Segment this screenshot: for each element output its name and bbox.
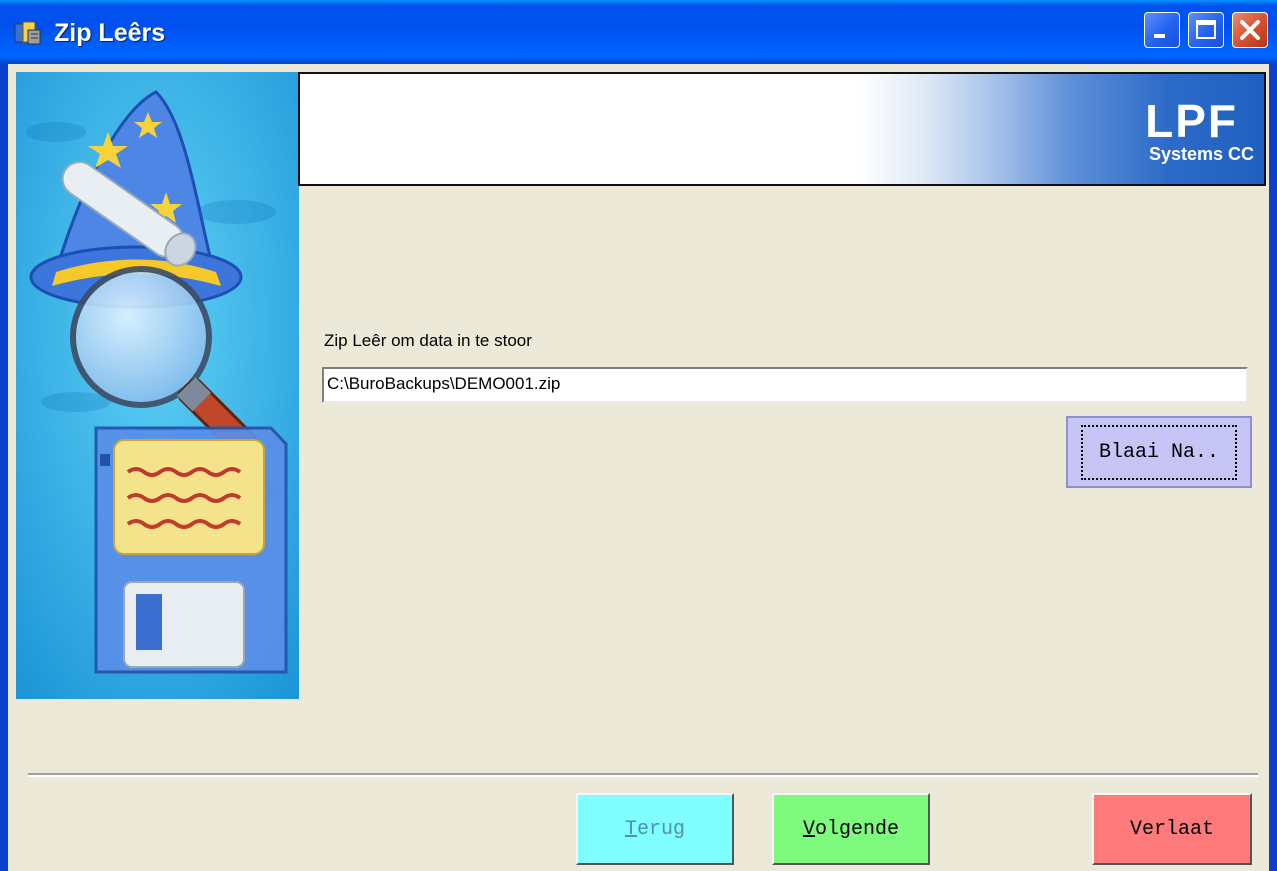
header-banner: LPF Systems CC bbox=[298, 72, 1266, 186]
exit-button-label: Verlaat bbox=[1129, 817, 1214, 841]
app-window: Zip Leêrs LPF Systems CC Zip Leêr om dat… bbox=[0, 0, 1277, 871]
maximize-button[interactable] bbox=[1188, 12, 1224, 48]
close-icon bbox=[1240, 20, 1260, 40]
back-button[interactable]: Terug bbox=[576, 793, 734, 865]
browse-button-label: Blaai Na.. bbox=[1080, 424, 1238, 480]
browse-button[interactable]: Blaai Na.. bbox=[1066, 416, 1252, 488]
next-button-label: olgende bbox=[815, 817, 900, 841]
exit-button[interactable]: Verlaat bbox=[1092, 793, 1252, 865]
maximize-icon bbox=[1196, 20, 1216, 39]
window-title: Zip Leêrs bbox=[54, 19, 166, 47]
next-button-mnemonic: V bbox=[802, 817, 815, 841]
zip-file-label: Zip Leêr om data in te stoor bbox=[324, 331, 532, 350]
company-logo-subtitle: Systems CC bbox=[1148, 144, 1254, 164]
zip-path-field[interactable]: C:\BuroBackups\DEMO001.zip bbox=[322, 367, 1248, 403]
footer-separator bbox=[28, 773, 1258, 777]
back-button-mnemonic: T bbox=[624, 817, 637, 841]
app-icon bbox=[14, 21, 41, 45]
minimize-icon bbox=[1154, 34, 1165, 38]
company-logo: LPF bbox=[1145, 95, 1238, 147]
wizard-graphic bbox=[16, 72, 299, 699]
next-button[interactable]: Volgende bbox=[772, 793, 930, 865]
back-button-label: erug bbox=[637, 817, 686, 841]
title-bar[interactable]: Zip Leêrs bbox=[0, 0, 1277, 64]
wizard-illustration bbox=[16, 72, 299, 699]
minimize-button[interactable] bbox=[1144, 12, 1180, 48]
dialog-body: LPF Systems CC Zip Leêr om data in te st… bbox=[8, 64, 1269, 871]
close-button[interactable] bbox=[1232, 12, 1268, 48]
